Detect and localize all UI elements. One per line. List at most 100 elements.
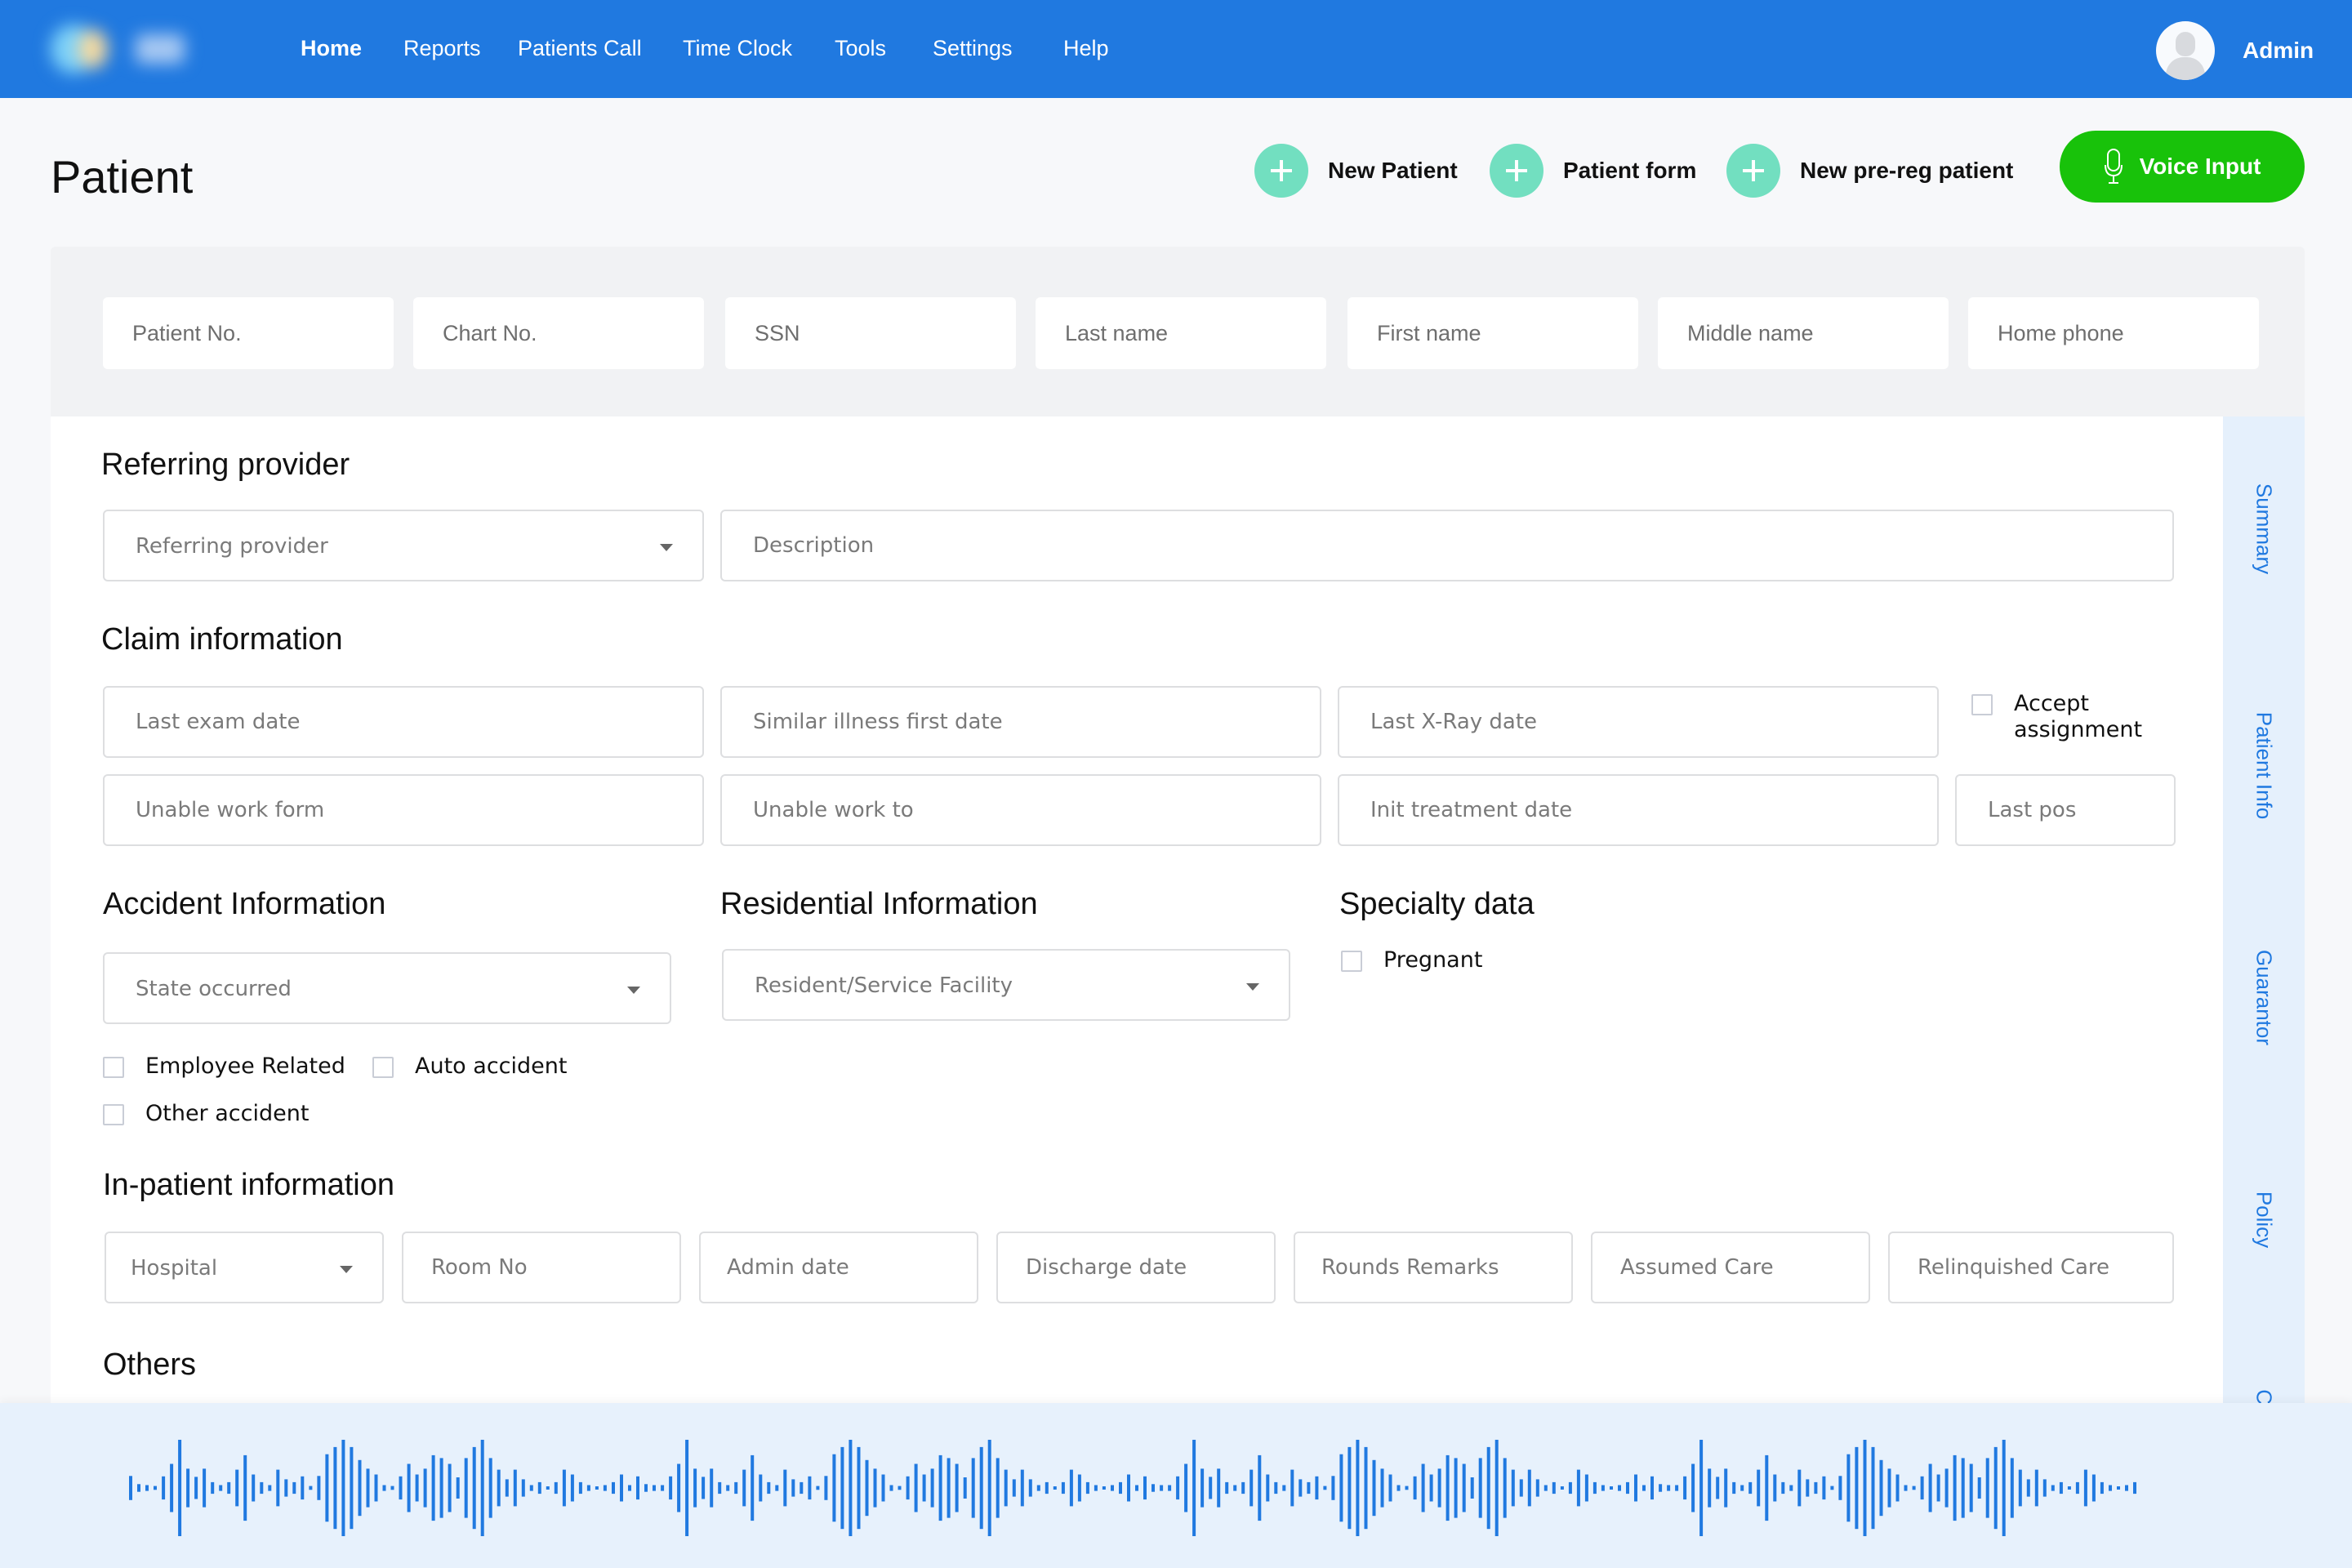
waveform-bar: [1478, 1458, 1482, 1518]
waveform-bar: [1111, 1485, 1114, 1491]
avatar[interactable]: [2156, 21, 2215, 80]
description-input[interactable]: [720, 510, 2174, 581]
waveform-bar: [1315, 1476, 1319, 1500]
admin-date-input[interactable]: [699, 1232, 978, 1303]
checkbox-box[interactable]: [372, 1057, 394, 1078]
last-exam-date-input[interactable]: [103, 686, 704, 758]
auto-accident-checkbox[interactable]: Auto accident: [372, 1054, 567, 1080]
middle-name-input[interactable]: [1658, 297, 1949, 369]
waveform-bar: [570, 1474, 574, 1502]
waveform-bar: [1274, 1481, 1278, 1494]
nav-reports[interactable]: Reports: [403, 36, 481, 61]
state-occurred-select[interactable]: State occurred: [103, 952, 671, 1024]
waveform-bar: [1290, 1469, 1294, 1507]
checkbox-box[interactable]: [1971, 694, 1993, 715]
waveform-bar: [1184, 1463, 1188, 1512]
waveform-bar: [374, 1474, 378, 1502]
side-tab-patient-info[interactable]: Patient Info: [2252, 712, 2277, 820]
waveform-bar: [1241, 1481, 1245, 1494]
waveform-bar: [1176, 1476, 1180, 1500]
last-pos-input[interactable]: [1955, 774, 2176, 846]
side-tab-policy[interactable]: Policy: [2252, 1192, 2277, 1248]
waveform-bar: [260, 1481, 264, 1494]
waveform-bar: [603, 1485, 607, 1491]
waveform-bar: [1012, 1479, 1016, 1497]
pregnant-checkbox[interactable]: Pregnant: [1341, 947, 1482, 973]
waveform-bar: [653, 1485, 656, 1491]
relinquished-care-input[interactable]: [1888, 1232, 2174, 1303]
side-tab-guarantor[interactable]: Guarantor: [2252, 950, 2277, 1045]
waveform-bar: [2051, 1485, 2055, 1491]
home-phone-input[interactable]: [1968, 297, 2259, 369]
nav-patients-call[interactable]: Patients Call: [518, 36, 642, 61]
waveform-bar: [2002, 1440, 2006, 1536]
accept-assignment-checkbox[interactable]: Accept assignment: [1971, 691, 2161, 743]
nav-time-clock[interactable]: Time Clock: [683, 36, 792, 61]
waveform-bar: [1036, 1485, 1040, 1491]
last-name-input[interactable]: [1036, 297, 1326, 369]
similar-illness-first-date-input[interactable]: [720, 686, 1321, 758]
assumed-care-input[interactable]: [1591, 1232, 1870, 1303]
waveform-bar: [791, 1479, 795, 1497]
employee-related-checkbox[interactable]: Employee Related: [103, 1054, 345, 1080]
checkbox-box[interactable]: [103, 1104, 124, 1125]
waveform-bar: [849, 1440, 853, 1536]
new-pre-reg-patient-button[interactable]: New pre-reg patient: [1726, 144, 2013, 198]
waveform-bar: [1119, 1481, 1122, 1494]
resident-service-facility-select[interactable]: Resident/Service Facility: [722, 949, 1290, 1021]
waveform-bar: [1061, 1481, 1065, 1494]
waveform-bar: [1020, 1469, 1024, 1507]
checkbox-box[interactable]: [1341, 951, 1362, 972]
unable-work-to-input[interactable]: [720, 774, 1321, 846]
unable-work-form-input[interactable]: [103, 774, 704, 846]
checkbox-box[interactable]: [103, 1057, 124, 1078]
waveform-bar: [1904, 1485, 1908, 1491]
resident-service-facility-value: Resident/Service Facility: [755, 973, 1013, 998]
waveform-bar: [1364, 1446, 1368, 1530]
waveform-bar: [1127, 1474, 1130, 1502]
waveform-bar: [1789, 1485, 1793, 1491]
waveform-bar: [1348, 1446, 1352, 1530]
patient-no-input[interactable]: [103, 297, 394, 369]
hospital-select[interactable]: Hospital: [105, 1232, 384, 1303]
app-logo[interactable]: [46, 21, 201, 78]
init-treatment-date-input[interactable]: [1338, 774, 1939, 846]
rounds-remarks-input[interactable]: [1294, 1232, 1573, 1303]
waveform-bar: [554, 1481, 558, 1494]
microphone-icon: [2104, 149, 2123, 184]
side-tab-summary[interactable]: Summary: [2252, 483, 2277, 574]
referring-provider-select[interactable]: Referring provider: [103, 510, 704, 581]
user-menu[interactable]: Admin: [2156, 21, 2314, 80]
waveform-bar: [1503, 1458, 1507, 1518]
waveform-bar: [488, 1458, 492, 1518]
waveform-bar: [612, 1481, 615, 1494]
nav-tools[interactable]: Tools: [835, 36, 886, 61]
waveform-bar: [783, 1469, 787, 1507]
ssn-input[interactable]: [725, 297, 1016, 369]
waveform-bar: [1576, 1469, 1580, 1507]
nav-help[interactable]: Help: [1063, 36, 1109, 61]
first-name-input[interactable]: [1348, 297, 1638, 369]
waveform-bar: [1405, 1486, 1409, 1490]
waveform-bar: [702, 1477, 706, 1499]
waveform-bar: [292, 1481, 296, 1494]
caret-down-icon: [1246, 983, 1259, 991]
waveform-bar: [1944, 1468, 1949, 1508]
new-patient-button[interactable]: New Patient: [1254, 144, 1458, 198]
room-no-input[interactable]: [402, 1232, 681, 1303]
user-name[interactable]: Admin: [2243, 38, 2314, 64]
waveform-bar: [1004, 1469, 1008, 1507]
nav-home[interactable]: Home: [301, 36, 362, 61]
discharge-date-input[interactable]: [996, 1232, 1276, 1303]
waveform-bar: [1592, 1481, 1597, 1494]
patient-form-button[interactable]: Patient form: [1490, 144, 1696, 198]
auto-accident-label: Auto accident: [415, 1054, 568, 1079]
waveform-bar: [767, 1481, 771, 1494]
nav-settings[interactable]: Settings: [933, 36, 1013, 61]
waveform-bar: [2026, 1479, 2030, 1497]
voice-input-button[interactable]: Voice Input: [2060, 131, 2305, 203]
other-accident-checkbox[interactable]: Other accident: [103, 1101, 309, 1127]
waveform-bar: [529, 1485, 533, 1491]
last-xray-date-input[interactable]: [1338, 686, 1939, 758]
chart-no-input[interactable]: [413, 297, 704, 369]
